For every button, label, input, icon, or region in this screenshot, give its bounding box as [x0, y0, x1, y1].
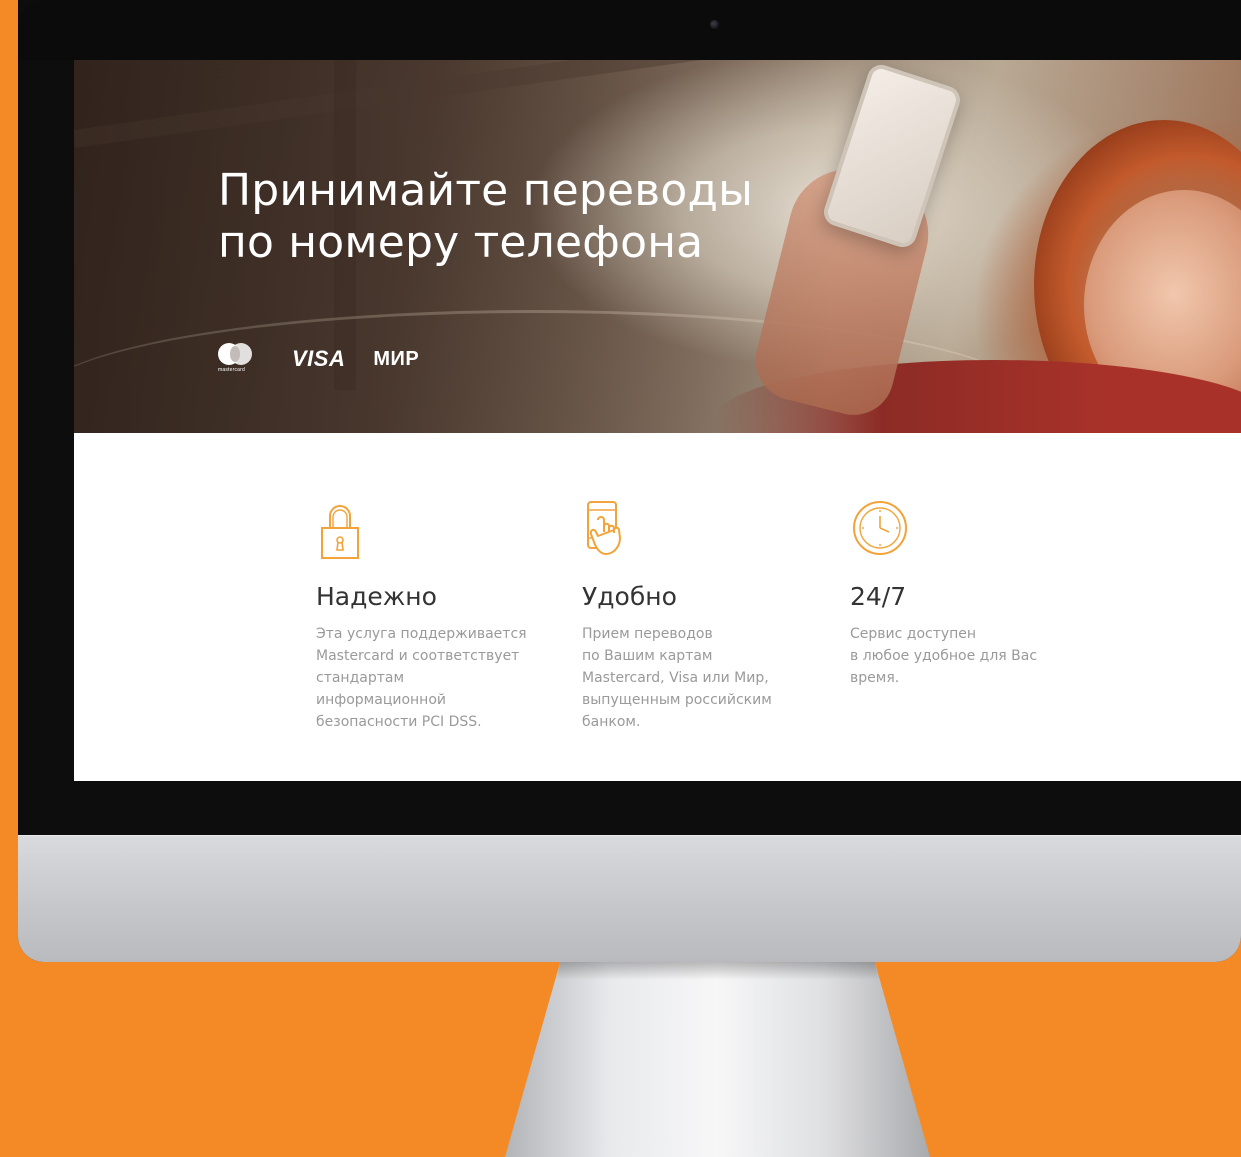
feature-description: Сервис доступен в любое удобное для Вас … — [850, 626, 1038, 686]
mir-logo: МИР — [373, 347, 420, 370]
padlock-icon — [318, 498, 556, 562]
feature-title: Удобно — [582, 582, 677, 611]
phone-touch-icon — [584, 498, 822, 562]
hero-title-line2: по номеру телефона — [218, 217, 704, 268]
monitor: Принимайте переводы по номеру телефона m… — [18, 0, 1241, 962]
feature-convenient: Удобно Прием переводов по Вашим картам M… — [582, 498, 822, 733]
feature-reliable: Надежно Эта услуга поддерживается Master… — [316, 498, 556, 733]
features-section: Надежно Эта услуга поддерживается Master… — [316, 498, 1116, 778]
hero-title: Принимайте переводы по номеру телефона — [218, 165, 753, 269]
feature-24-7: 24/7 Сервис доступен в любое удобное для… — [850, 498, 1090, 689]
monitor-bezel — [18, 0, 1241, 60]
feature-description: Эта услуга поддерживается Mastercard и с… — [316, 626, 527, 730]
hero-title-line1: Принимайте переводы — [218, 165, 754, 216]
payment-logos: mastercard VISA МИР — [218, 343, 419, 375]
screen: Принимайте переводы по номеру телефона m… — [74, 60, 1241, 781]
monitor-chin — [18, 835, 1241, 962]
feature-title: Надежно — [316, 582, 437, 611]
clock-icon — [852, 498, 1090, 562]
hero-banner: Принимайте переводы по номеру телефона m… — [74, 60, 1241, 433]
feature-description: Прием переводов по Вашим картам Masterca… — [582, 626, 772, 730]
camera-icon — [710, 20, 719, 29]
mastercard-logo: mastercard — [218, 343, 264, 375]
visa-logo: VISA — [292, 346, 346, 371]
feature-title: 24/7 — [850, 582, 907, 611]
monitor-stand — [505, 962, 930, 1157]
